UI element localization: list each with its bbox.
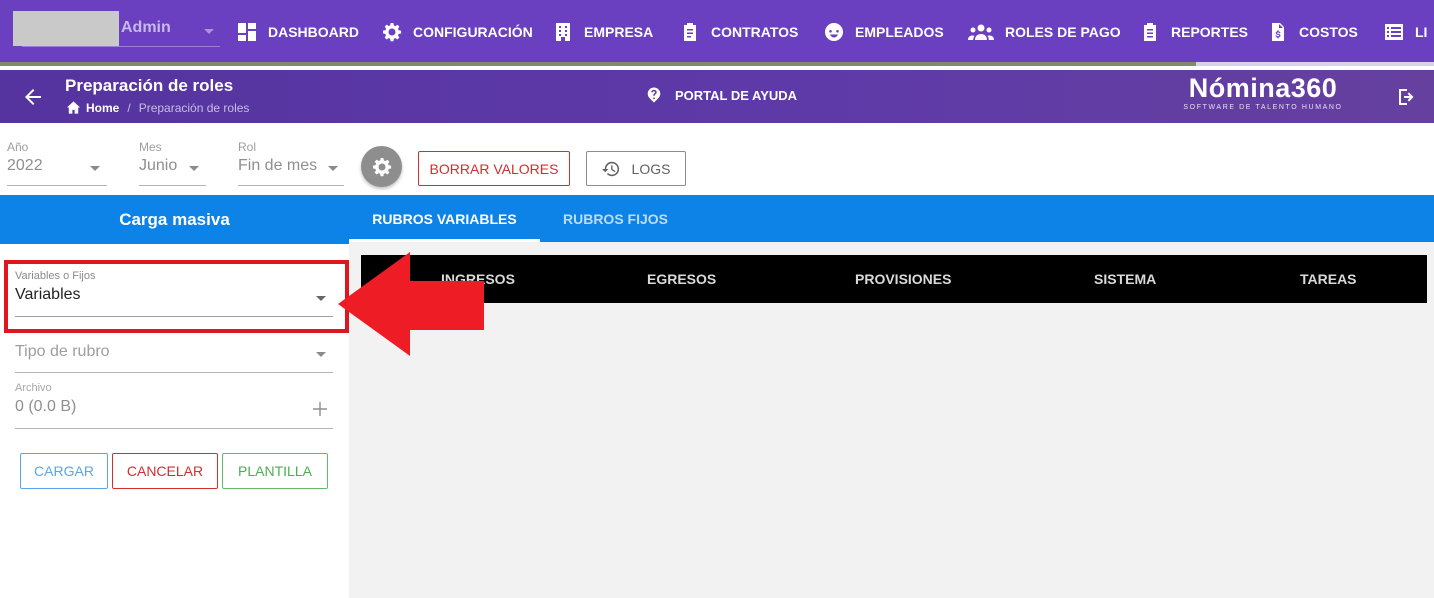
breadcrumb-current: Preparación de roles xyxy=(138,100,250,115)
nav-configuracion-label: CONFIGURACIÓN xyxy=(413,24,533,40)
help-icon xyxy=(647,87,661,103)
app-root: Admin DASHBOARD CONFIGURACIÓN EMPRESA CO… xyxy=(0,0,1434,598)
role-select[interactable]: Rol Fin de mes xyxy=(238,140,344,186)
active-tab-indicator xyxy=(349,239,540,242)
back-arrow-icon[interactable] xyxy=(22,86,44,108)
dashboard-icon xyxy=(238,23,256,41)
page-title: Preparación de roles xyxy=(65,76,234,95)
brand-logo-tagline: SOFTWARE DE TALENTO HUMANO xyxy=(1183,104,1343,111)
settings-button[interactable] xyxy=(361,146,402,187)
logs-button[interactable]: LOGS xyxy=(586,151,686,186)
nav-empleados[interactable]: EMPLEADOS xyxy=(824,19,944,45)
nav-dashboard-label: DASHBOARD xyxy=(268,24,359,40)
year-select[interactable]: Año 2022 xyxy=(7,140,107,186)
loading-progress-fill xyxy=(0,62,1196,66)
nav-reportes-label: REPORTES xyxy=(1171,24,1249,40)
gear-icon xyxy=(383,23,402,42)
bulk-upload-header: Carga masiva xyxy=(0,195,349,244)
nav-reportes[interactable]: REPORTES xyxy=(1140,19,1248,45)
role-underline xyxy=(238,185,344,186)
month-select[interactable]: Mes Junio xyxy=(139,140,206,186)
cost-document-icon xyxy=(1272,23,1284,41)
breadcrumb-separator: / xyxy=(127,100,131,115)
user-menu-underline xyxy=(22,46,220,47)
tab-rubros-fijos[interactable]: RUBROS FIJOS xyxy=(540,195,691,242)
gear-icon xyxy=(372,157,391,176)
help-portal-label: PORTAL DE AYUDA xyxy=(675,87,798,103)
file-value: 0 (0.0 B) xyxy=(15,398,77,415)
logs-label: LOGS xyxy=(631,160,671,177)
subtab-egresos[interactable]: EGRESOS xyxy=(647,271,716,287)
breadcrumb-home[interactable]: Home xyxy=(86,101,119,115)
nav-contratos-label: CONTRATOS xyxy=(711,24,799,40)
cancel-button[interactable]: CANCELAR xyxy=(112,453,218,489)
brand-logo: Nómina360 SOFTWARE DE TALENTO HUMANO xyxy=(1170,73,1356,111)
clear-values-button[interactable]: BORRAR VALORES xyxy=(418,151,570,186)
avatar[interactable] xyxy=(13,11,119,46)
subtab-bar: INGRESOS EGRESOS PROVISIONES SISTEMA TAR… xyxy=(361,255,1427,303)
year-label: Año xyxy=(7,140,29,154)
clipboard-icon xyxy=(684,23,696,41)
subtab-provisiones[interactable]: PROVISIONES xyxy=(855,271,951,287)
face-icon xyxy=(825,23,843,41)
nav-costos[interactable]: COSTOS xyxy=(1268,19,1358,45)
nav-contratos[interactable]: CONTRATOS xyxy=(680,19,798,45)
highlight-box xyxy=(4,260,349,333)
category-type-placeholder: Tipo de rubro xyxy=(15,343,110,360)
nav-li[interactable]: LI xyxy=(1384,19,1427,45)
month-label: Mes xyxy=(139,140,162,154)
home-icon[interactable] xyxy=(66,100,81,115)
loading-progress-bar xyxy=(0,62,1434,66)
file-underline xyxy=(15,428,333,429)
load-button[interactable]: CARGAR xyxy=(20,453,108,489)
month-caret-icon xyxy=(189,166,199,171)
subtab-sistema[interactable]: SISTEMA xyxy=(1094,271,1156,287)
loading-progress-remaining xyxy=(1196,62,1434,66)
category-tabs: RUBROS VARIABLES RUBROS FIJOS xyxy=(349,195,1434,242)
report-icon xyxy=(1144,23,1156,41)
top-navigation: Admin DASHBOARD CONFIGURACIÓN EMPRESA CO… xyxy=(0,0,1434,66)
list-icon xyxy=(1385,24,1403,40)
nav-costos-label: COSTOS xyxy=(1299,24,1358,40)
red-arrow-annotation xyxy=(338,252,484,356)
help-portal-link[interactable]: PORTAL DE AYUDA xyxy=(646,87,797,103)
building-icon xyxy=(556,23,570,41)
nav-configuracion[interactable]: CONFIGURACIÓN xyxy=(382,19,533,45)
file-label: Archivo xyxy=(15,382,52,394)
nav-li-label: LI xyxy=(1415,24,1428,40)
nav-empleados-label: EMPLEADOS xyxy=(855,24,944,40)
nav-roles-de-pago[interactable]: ROLES DE PAGO xyxy=(968,19,1121,45)
plus-icon[interactable] xyxy=(313,402,327,416)
nav-empresa[interactable]: EMPRESA xyxy=(553,19,653,45)
year-underline xyxy=(7,185,107,186)
year-caret-icon xyxy=(90,166,100,171)
page-header: Preparación de roles Home / Preparación … xyxy=(0,70,1434,123)
breadcrumb: Home / Preparación de roles xyxy=(66,100,249,115)
tab-rubros-variables[interactable]: RUBROS VARIABLES xyxy=(349,195,540,242)
user-name[interactable]: Admin xyxy=(121,19,171,37)
history-icon xyxy=(601,161,619,176)
brand-logo-name: Nómina360 xyxy=(1188,73,1338,103)
user-menu-caret-icon[interactable] xyxy=(204,29,214,34)
logout-icon[interactable] xyxy=(1396,87,1416,107)
nav-dashboard[interactable]: DASHBOARD xyxy=(237,19,359,45)
nav-roles-de-pago-label: ROLES DE PAGO xyxy=(1005,24,1121,40)
nav-empresa-label: EMPRESA xyxy=(584,24,654,40)
category-type-select[interactable]: Tipo de rubro xyxy=(15,343,333,373)
file-input[interactable]: Archivo 0 (0.0 B) xyxy=(15,382,333,429)
role-label: Rol xyxy=(238,140,257,154)
role-caret-icon xyxy=(328,166,338,171)
template-button[interactable]: PLANTILLA xyxy=(222,453,328,489)
category-type-caret-icon xyxy=(316,352,326,357)
category-type-underline xyxy=(15,372,333,373)
month-underline xyxy=(139,185,206,186)
people-icon xyxy=(968,24,994,40)
subtab-tareas[interactable]: TAREAS xyxy=(1300,271,1357,287)
